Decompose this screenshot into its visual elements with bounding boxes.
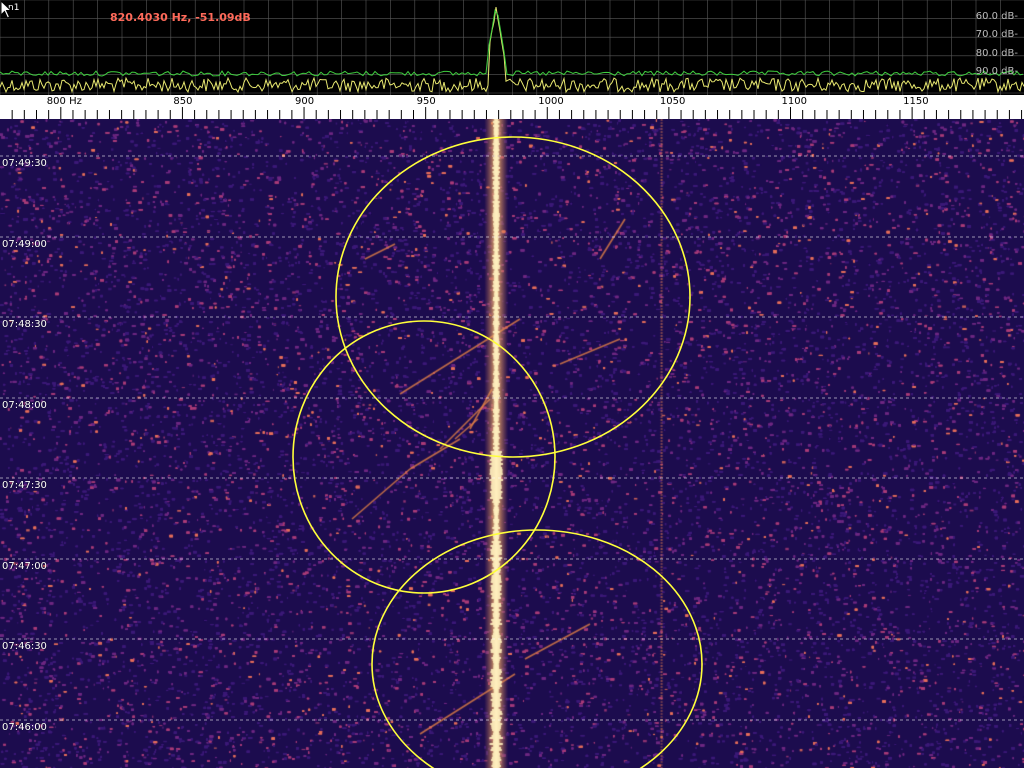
waterfall-overlay xyxy=(0,136,1024,768)
time-label-074900: 07:49:00 xyxy=(2,239,47,250)
freq-label-1000: 1000 xyxy=(538,96,564,107)
freq-label-950: 950 xyxy=(416,96,436,107)
frequency-ticks xyxy=(11,107,1023,119)
freq-label-1150: 1150 xyxy=(903,96,929,107)
db-label-70: 70.0 dB- xyxy=(975,29,1018,40)
db-label-80: 80.0 dB- xyxy=(975,48,1018,59)
annotation-circle-upper xyxy=(335,136,691,458)
freq-label-900: 900 xyxy=(295,96,315,107)
freq-label-850: 850 xyxy=(173,96,193,107)
annotation-circle-lower xyxy=(371,529,703,768)
freq-label-1100: 1100 xyxy=(781,96,807,107)
time-label-074830: 07:48:30 xyxy=(2,319,47,330)
db-label-60: 60.0 dB- xyxy=(975,11,1018,22)
time-label-074630: 07:46:30 xyxy=(2,641,47,652)
freq-label-1050: 1050 xyxy=(659,96,686,107)
waterfall-display[interactable]: 07:49:30 07:49:00 07:48:30 07:48:00 07:4… xyxy=(0,119,1024,768)
mouse-pointer-icon xyxy=(0,0,13,19)
time-label-074800: 07:48:00 xyxy=(2,400,47,411)
spectrum-panel[interactable]: n1 820.4030 Hz, -51.09dB 60.0 dB- 70.0 d… xyxy=(0,0,1024,95)
cursor-readout: 820.4030 Hz, -51.09dB xyxy=(110,11,251,24)
time-gridlines xyxy=(0,155,1024,721)
time-label-074700: 07:47:00 xyxy=(2,561,47,572)
time-label-074930: 07:49:30 xyxy=(2,158,47,169)
frequency-axis[interactable]: 800 Hz 850 900 950 1000 1050 1100 1150 xyxy=(0,95,1024,119)
time-label-074730: 07:47:30 xyxy=(2,480,47,491)
annotation-circles xyxy=(292,136,703,768)
time-label-074600: 07:46:00 xyxy=(2,722,47,733)
db-label-90: 90.0 dB- xyxy=(975,66,1018,77)
freq-label-800: 800 Hz xyxy=(46,96,82,107)
